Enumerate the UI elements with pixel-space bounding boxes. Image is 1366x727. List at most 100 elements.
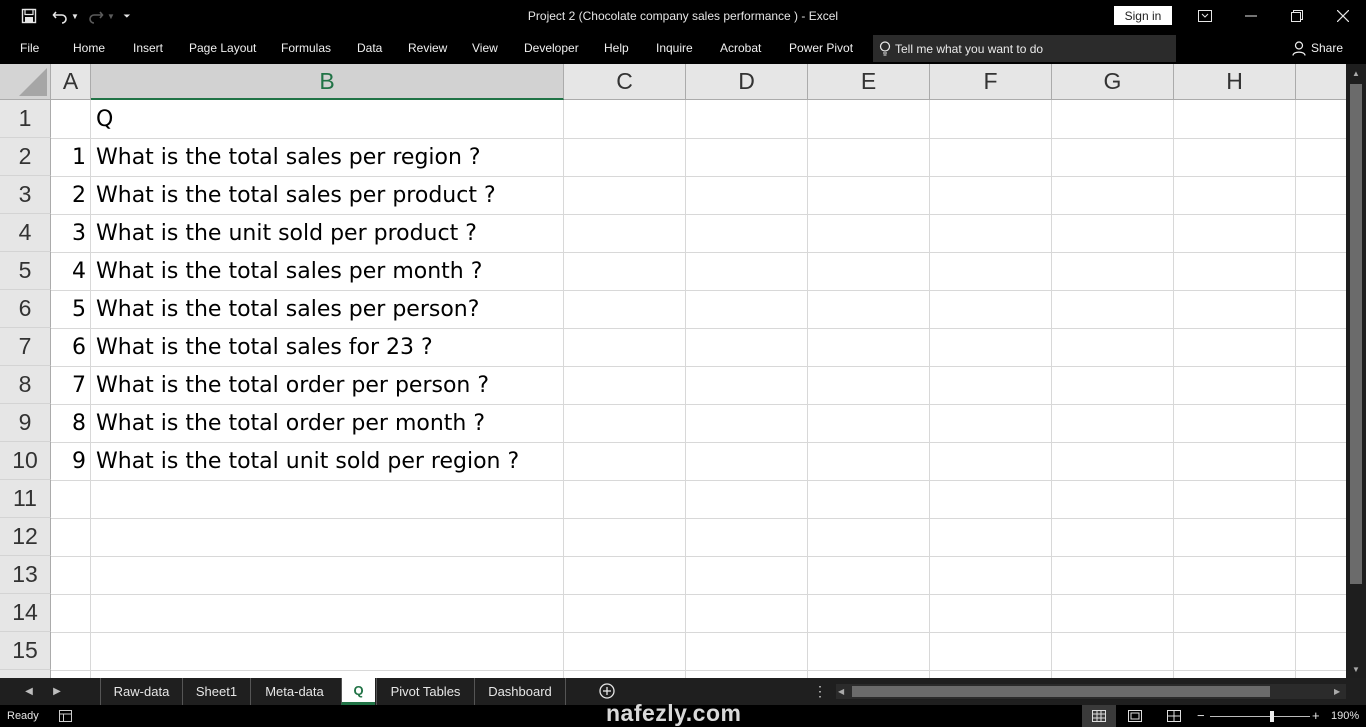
page-break-view-icon[interactable] (1167, 710, 1181, 722)
sheet-tab-raw-data[interactable]: Raw-data (100, 678, 182, 705)
cell-b2[interactable]: What is the total sales per region ? (91, 139, 563, 176)
redo-icon[interactable] (84, 0, 108, 32)
tab-acrobat[interactable]: Acrobat (720, 32, 761, 64)
save-icon[interactable] (14, 0, 44, 32)
customize-toolbar-icon[interactable]: ⏷ (120, 0, 134, 32)
tab-data[interactable]: Data (357, 32, 382, 64)
cell-a1[interactable] (51, 101, 90, 138)
column-header-g[interactable]: G (1052, 64, 1174, 100)
restore-icon[interactable] (1274, 0, 1320, 32)
row-header-2[interactable]: 2 (0, 138, 51, 176)
column-header-c[interactable]: C (564, 64, 686, 100)
row-header-10[interactable]: 10 (0, 442, 51, 480)
column-header-b[interactable]: B (91, 64, 564, 100)
sheet-tab-dashboard[interactable]: Dashboard (474, 678, 566, 705)
column-header-f[interactable]: F (930, 64, 1052, 100)
scroll-down-icon[interactable]: ▼ (1346, 662, 1366, 676)
cell-a3[interactable]: 2 (51, 177, 90, 214)
horizontal-scroll-thumb[interactable] (852, 686, 1270, 697)
tab-page-layout[interactable]: Page Layout (189, 32, 256, 64)
vertical-scroll-thumb[interactable] (1350, 84, 1362, 584)
horizontal-scrollbar[interactable]: ◀ ▶ (836, 684, 1346, 699)
column-header-e[interactable]: E (808, 64, 930, 100)
undo-dropdown-icon[interactable]: ▼ (70, 0, 80, 32)
tab-file[interactable]: File (20, 32, 39, 64)
scroll-right-icon[interactable]: ▶ (1334, 684, 1344, 699)
row-header-15[interactable]: 15 (0, 632, 51, 670)
undo-icon[interactable] (48, 0, 72, 32)
cell-b6[interactable]: What is the total sales per person? (91, 291, 563, 328)
column-header-a[interactable]: A (51, 64, 91, 100)
scroll-up-icon[interactable]: ▲ (1346, 66, 1366, 80)
tab-insert[interactable]: Insert (133, 32, 163, 64)
close-icon[interactable] (1320, 0, 1366, 32)
tab-review[interactable]: Review (408, 32, 447, 64)
sheet-next-icon[interactable]: ▶ (46, 678, 68, 705)
row-header-9[interactable]: 9 (0, 404, 51, 442)
cell-a7[interactable]: 6 (51, 329, 90, 366)
cell-b4[interactable]: What is the unit sold per product ? (91, 215, 563, 252)
cell-b5[interactable]: What is the total sales per month ? (91, 253, 563, 290)
tab-power-pivot[interactable]: Power Pivot (789, 32, 853, 64)
row-header-7[interactable]: 7 (0, 328, 51, 366)
row-header-6[interactable]: 6 (0, 290, 51, 328)
row-header-8[interactable]: 8 (0, 366, 51, 404)
page-layout-view-icon[interactable] (1128, 710, 1142, 722)
row-header-4[interactable]: 4 (0, 214, 51, 252)
row-header-1[interactable]: 1 (0, 100, 51, 138)
sheet-tab-sheet1[interactable]: Sheet1 (182, 678, 250, 705)
zoom-in-button[interactable]: + (1312, 708, 1320, 723)
sheet-tab-q[interactable]: Q (341, 678, 375, 705)
vertical-scrollbar[interactable]: ▲ ▼ (1346, 64, 1366, 678)
row-header-11[interactable]: 11 (0, 480, 51, 518)
cell-b9[interactable]: What is the total order per month ? (91, 405, 563, 442)
more-options-icon[interactable]: ⋮ (813, 678, 827, 705)
zoom-slider-thumb[interactable] (1270, 711, 1274, 722)
tab-inquire[interactable]: Inquire (656, 32, 693, 64)
row-header-14[interactable]: 14 (0, 594, 51, 632)
row-header-13[interactable]: 13 (0, 556, 51, 594)
row-header-12[interactable]: 12 (0, 518, 51, 556)
sheet-prev-icon[interactable]: ◀ (18, 678, 40, 705)
minimize-icon[interactable] (1228, 0, 1274, 32)
cell-a5[interactable]: 4 (51, 253, 90, 290)
cell-a10[interactable]: 9 (51, 443, 90, 480)
normal-view-icon[interactable] (1082, 705, 1116, 727)
add-sheet-icon[interactable] (598, 682, 616, 700)
tab-home[interactable]: Home (73, 32, 105, 64)
cell-b1[interactable]: Q (91, 101, 563, 138)
zoom-out-button[interactable]: − (1197, 708, 1205, 723)
tab-formulas[interactable]: Formulas (281, 32, 331, 64)
column-header-partial[interactable] (1296, 64, 1346, 100)
redo-dropdown-icon[interactable]: ▼ (106, 0, 116, 32)
tab-help[interactable]: Help (604, 32, 629, 64)
cell-b10[interactable]: What is the total unit sold per region ? (91, 443, 563, 480)
spreadsheet-grid[interactable]: A B C D E F G H 1 2 3 4 5 6 7 8 9 10 11 … (0, 64, 1346, 678)
cell-a2[interactable]: 1 (51, 139, 90, 176)
sheet-tab-meta-data[interactable]: Meta-data (250, 678, 338, 705)
cell-a8[interactable]: 7 (51, 367, 90, 404)
cell-a4[interactable]: 3 (51, 215, 90, 252)
tell-me-search[interactable]: Tell me what you want to do (873, 35, 1176, 62)
cell-b8[interactable]: What is the total order per person ? (91, 367, 563, 404)
column-header-d[interactable]: D (686, 64, 808, 100)
sign-in-button[interactable]: Sign in (1114, 6, 1172, 25)
cell-a6[interactable]: 5 (51, 291, 90, 328)
cell-b7[interactable]: What is the total sales for 23 ? (91, 329, 563, 366)
zoom-level[interactable]: 190% (1331, 710, 1359, 722)
sheet-tab-pivot-tables[interactable]: Pivot Tables (376, 678, 474, 705)
cell-b3[interactable]: What is the total sales per product ? (91, 177, 563, 214)
row-header-3[interactable]: 3 (0, 176, 51, 214)
tab-view[interactable]: View (472, 32, 498, 64)
tab-developer[interactable]: Developer (524, 32, 579, 64)
share-button[interactable]: Share (1292, 32, 1343, 64)
cell-a9[interactable]: 8 (51, 405, 90, 442)
column-header-h[interactable]: H (1174, 64, 1296, 100)
row-header-5[interactable]: 5 (0, 252, 51, 290)
ribbon-display-options-icon[interactable] (1182, 0, 1228, 32)
zoom-slider[interactable] (1210, 716, 1310, 717)
scroll-left-icon[interactable]: ◀ (838, 684, 848, 699)
row-header-16[interactable] (0, 670, 51, 678)
select-all-button[interactable] (0, 64, 51, 100)
macro-record-icon[interactable] (59, 710, 72, 722)
